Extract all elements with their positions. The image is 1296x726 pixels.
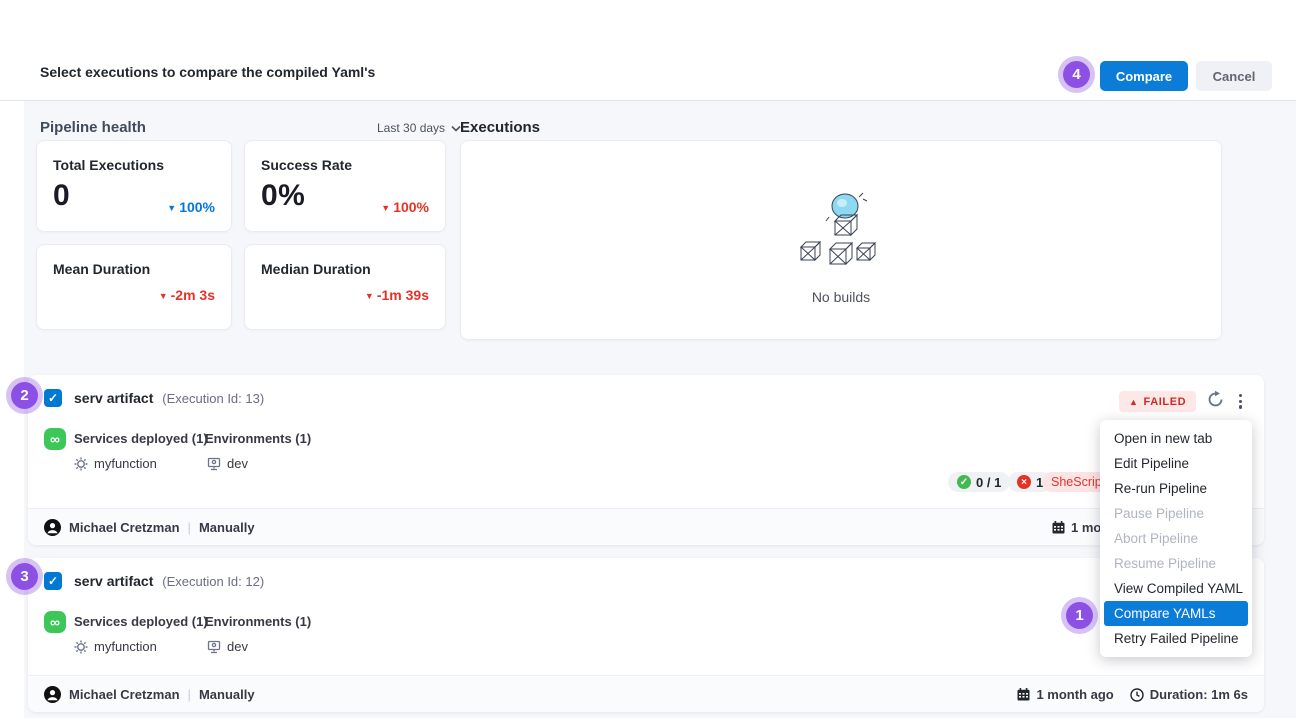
time-range-select[interactable]: Last 30 days bbox=[377, 121, 461, 135]
success-check-icon: ✓ bbox=[957, 475, 971, 489]
cd-module-icon: ∞ bbox=[44, 611, 66, 633]
environment-icon bbox=[207, 457, 221, 471]
services-deployed-label: Services deployed (1) bbox=[74, 614, 208, 629]
metric-label: Median Duration bbox=[261, 261, 371, 277]
pipeline-name: serv artifact bbox=[74, 573, 153, 589]
more-options-icon[interactable] bbox=[1236, 391, 1245, 412]
menu-item-resume-pipeline: Resume Pipeline bbox=[1100, 551, 1252, 576]
trend-down-icon: ▼ bbox=[159, 291, 168, 301]
executions-empty-card: No builds bbox=[460, 140, 1222, 340]
environment-item: dev bbox=[207, 639, 248, 654]
author-name: Michael Cretzman bbox=[69, 520, 180, 535]
no-builds-illustration bbox=[793, 191, 889, 275]
annotation-step-3: 3 bbox=[11, 563, 38, 590]
calendar-icon bbox=[1052, 521, 1065, 534]
executions-title: Executions bbox=[460, 119, 540, 136]
environment-item: dev bbox=[207, 456, 248, 471]
stages-success-pill: ✓ 0 / 1 bbox=[948, 472, 1010, 492]
services-deployed-label: Services deployed (1) bbox=[74, 431, 208, 446]
annotation-step-1: 1 bbox=[1066, 602, 1093, 629]
time-ago: 1 mo bbox=[1052, 520, 1101, 535]
execution-title: serv artifact (Execution Id: 13) bbox=[74, 390, 264, 406]
cancel-button[interactable]: Cancel bbox=[1196, 61, 1272, 91]
execution-title: serv artifact (Execution Id: 12) bbox=[74, 573, 264, 589]
trend-down-icon: ▼ bbox=[381, 203, 390, 213]
environments-label: Environments (1) bbox=[205, 431, 311, 446]
metric-delta: ▼ 100% bbox=[381, 199, 429, 215]
metric-label: Total Executions bbox=[53, 157, 164, 173]
metric-label: Mean Duration bbox=[53, 261, 150, 277]
execution-id: (Execution Id: 12) bbox=[162, 574, 264, 589]
execution-row-13[interactable]: ✓ serv artifact (Execution Id: 13) ∞ Ser… bbox=[28, 375, 1264, 545]
footer-divider: | bbox=[188, 687, 191, 702]
metric-value: 0% bbox=[261, 179, 305, 213]
clock-icon bbox=[1130, 688, 1144, 702]
status-badge-failed: ▲ FAILED bbox=[1119, 391, 1196, 412]
avatar-icon bbox=[44, 686, 61, 703]
trigger-type: Manually bbox=[199, 520, 255, 535]
metric-delta: ▼ 100% bbox=[167, 199, 215, 215]
metric-card-total-executions: Total Executions 0 ▼ 100% bbox=[36, 140, 232, 232]
pipeline-name: serv artifact bbox=[74, 390, 153, 406]
menu-item-view-compiled-yaml[interactable]: View Compiled YAML bbox=[1100, 576, 1252, 601]
menu-item-compare-yamls[interactable]: Compare YAMLs bbox=[1104, 601, 1248, 626]
service-name: myfunction bbox=[94, 456, 157, 471]
metric-card-success-rate: Success Rate 0% ▼ 100% bbox=[244, 140, 446, 232]
gear-icon bbox=[74, 457, 88, 471]
trigger-type: Manually bbox=[199, 687, 255, 702]
metric-card-median-duration: Median Duration ▼ -1m 39s bbox=[244, 244, 446, 330]
rerun-icon[interactable] bbox=[1206, 390, 1225, 409]
failed-x-icon: × bbox=[1017, 475, 1031, 489]
service-name: myfunction bbox=[94, 639, 157, 654]
metric-delta: ▼ -1m 39s bbox=[365, 287, 429, 303]
metric-value: 0 bbox=[53, 179, 70, 213]
warning-triangle-icon: ▲ bbox=[1129, 397, 1139, 407]
annotation-step-2: 2 bbox=[11, 382, 38, 409]
execution-footer: Michael Cretzman | Manually 1 mo bbox=[28, 508, 1264, 545]
execution-id: (Execution Id: 13) bbox=[162, 391, 264, 406]
execution-row-12[interactable]: ✓ serv artifact (Execution Id: 12) ∞ Ser… bbox=[28, 558, 1264, 712]
empty-state: No builds bbox=[461, 191, 1221, 305]
menu-item-pause-pipeline: Pause Pipeline bbox=[1100, 501, 1252, 526]
trend-down-icon: ▼ bbox=[167, 203, 176, 213]
empty-message: No builds bbox=[812, 289, 870, 305]
metric-delta: ▼ -2m 3s bbox=[159, 287, 215, 303]
environments-label: Environments (1) bbox=[205, 614, 311, 629]
trend-down-icon: ▼ bbox=[365, 291, 374, 301]
environment-name: dev bbox=[227, 639, 248, 654]
avatar-icon bbox=[44, 519, 61, 536]
menu-item-abort-pipeline: Abort Pipeline bbox=[1100, 526, 1252, 551]
service-item: myfunction bbox=[74, 456, 157, 471]
execution-checkbox[interactable]: ✓ bbox=[44, 572, 62, 590]
menu-item-edit-pipeline[interactable]: Edit Pipeline bbox=[1100, 451, 1252, 476]
metric-card-mean-duration: Mean Duration ▼ -2m 3s bbox=[36, 244, 232, 330]
execution-footer: Michael Cretzman | Manually 1 month ago … bbox=[28, 675, 1264, 712]
page-title: Select executions to compare the compile… bbox=[40, 64, 375, 80]
execution-checkbox[interactable]: ✓ bbox=[44, 389, 62, 407]
top-action-bar: Select executions to compare the compile… bbox=[0, 0, 1296, 101]
footer-divider: | bbox=[188, 520, 191, 535]
duration: Duration: 1m 6s bbox=[1130, 687, 1248, 702]
time-ago: 1 month ago bbox=[1017, 687, 1113, 702]
pipeline-health-title: Pipeline health bbox=[40, 119, 146, 136]
page: Select executions to compare the compile… bbox=[0, 0, 1296, 726]
calendar-icon bbox=[1017, 688, 1030, 701]
service-item: myfunction bbox=[74, 639, 157, 654]
cd-module-icon: ∞ bbox=[44, 428, 66, 450]
environment-icon bbox=[207, 640, 221, 654]
menu-item-open-in-new-tab[interactable]: Open in new tab bbox=[1100, 426, 1252, 451]
metric-label: Success Rate bbox=[261, 157, 352, 173]
environment-name: dev bbox=[227, 456, 248, 471]
annotation-step-4: 4 bbox=[1063, 61, 1090, 88]
author-name: Michael Cretzman bbox=[69, 687, 180, 702]
compare-button[interactable]: Compare bbox=[1100, 61, 1188, 91]
menu-item-retry-failed-pipeline[interactable]: Retry Failed Pipeline bbox=[1100, 626, 1252, 651]
gear-icon bbox=[74, 640, 88, 654]
time-range-label: Last 30 days bbox=[377, 121, 445, 135]
execution-context-menu: Open in new tab Edit Pipeline Re-run Pip… bbox=[1100, 420, 1252, 657]
menu-item-rerun-pipeline[interactable]: Re-run Pipeline bbox=[1100, 476, 1252, 501]
